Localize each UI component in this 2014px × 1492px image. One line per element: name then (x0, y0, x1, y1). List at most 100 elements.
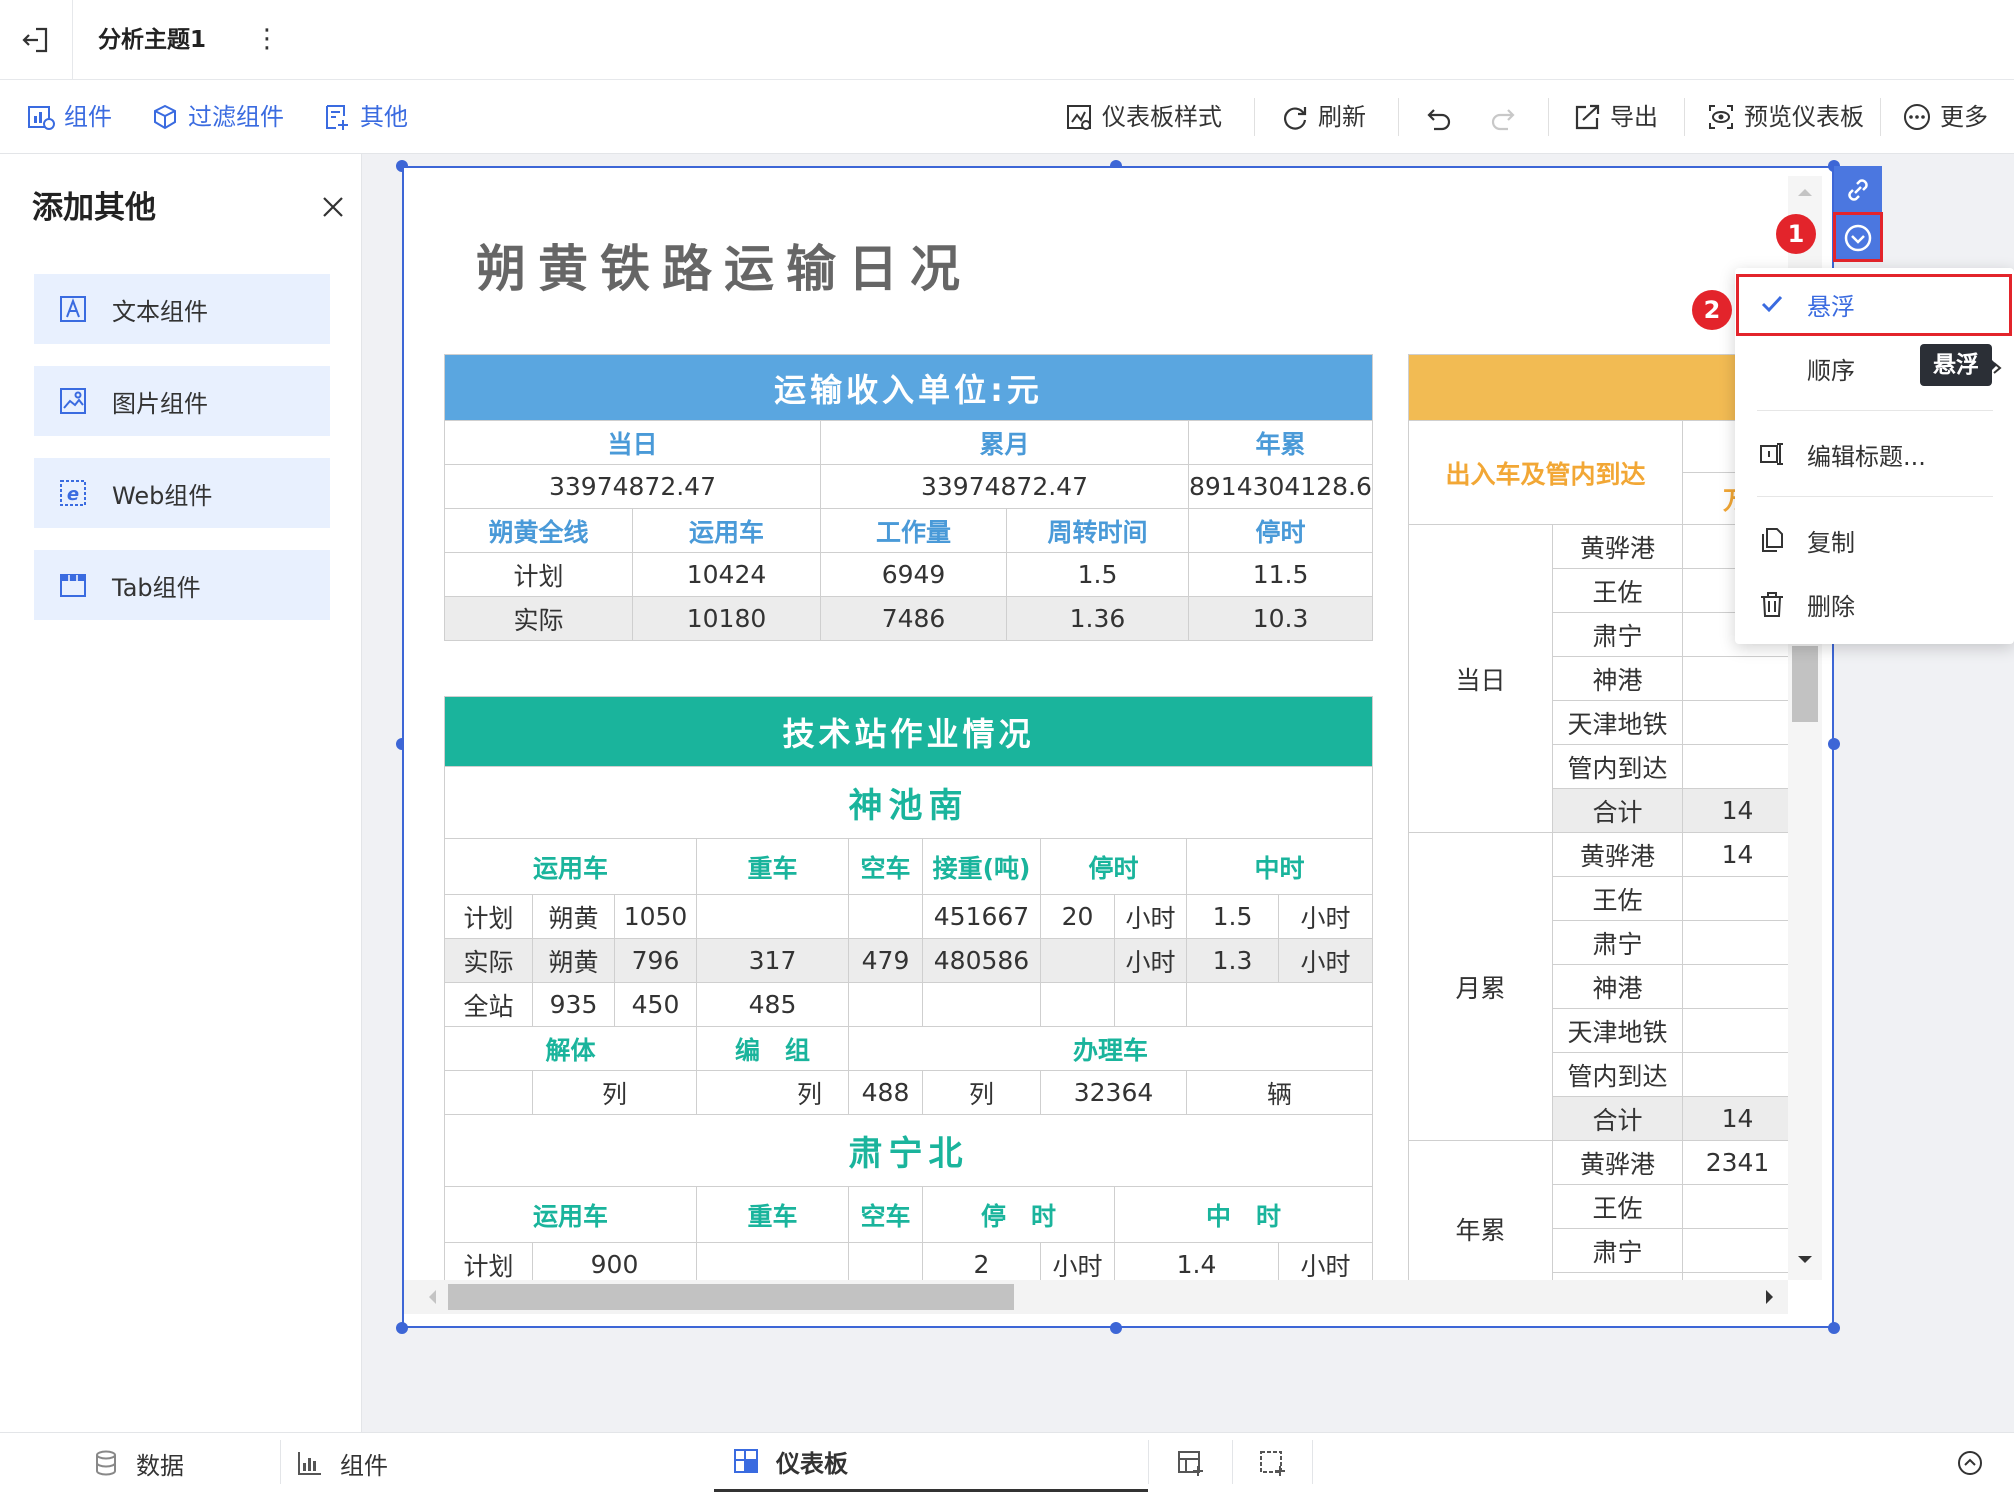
cell (1681, 1008, 1788, 1053)
dashboard-tab[interactable]: 仪表板 (714, 1433, 1148, 1492)
col: 运用车 (444, 1186, 697, 1243)
bottom-divider (1232, 1440, 1233, 1484)
theme-title[interactable]: 分析主题1 (98, 22, 206, 58)
cell: 王佐 (1552, 1184, 1683, 1229)
cell (1681, 876, 1788, 921)
col: 空车 (848, 838, 923, 895)
vertical-scroll-thumb[interactable] (1792, 646, 1818, 722)
refresh-label: 刷新 (1318, 103, 1366, 131)
cell: 黄骅港 (1552, 524, 1683, 569)
menu-item-label: 复制 (1807, 528, 1855, 557)
web-component-item[interactable]: e Web组件 (34, 458, 330, 528)
scroll-up-icon[interactable] (1788, 180, 1822, 204)
close-icon[interactable] (318, 192, 348, 222)
bottom-bar: 数据 组件 仪表板 (0, 1432, 2014, 1492)
cell (1040, 982, 1115, 1027)
filter-component-button[interactable]: 过滤组件 (150, 98, 284, 136)
col: 运用车 (444, 838, 697, 895)
cell: 列 (696, 1070, 849, 1115)
preview-dashboard-button[interactable]: 预览仪表板 (1706, 98, 1864, 136)
cell (444, 1070, 533, 1115)
text-component-item[interactable]: 文本组件 (34, 274, 330, 344)
exit-icon[interactable] (20, 25, 50, 55)
cell: 朔黄 (532, 894, 615, 939)
dashboard-style-button[interactable]: 仪表板样式 (1064, 98, 1222, 136)
cell (848, 1242, 923, 1280)
refresh-button[interactable]: 刷新 (1280, 98, 1366, 136)
cell (1040, 938, 1115, 983)
cell: 神港 (1552, 656, 1683, 701)
redo-button[interactable] (1488, 98, 1526, 136)
toolbar-divider (1398, 98, 1399, 136)
collapse-button[interactable] (1956, 1433, 2000, 1492)
cell (1185, 982, 1374, 1027)
undo-icon (1427, 109, 1451, 131)
cell: 32364 (1040, 1070, 1187, 1115)
scroll-down-icon[interactable] (1788, 1248, 1822, 1272)
text-component-label: 文本组件 (112, 297, 208, 326)
table-row: 实际 朔黄 796 317 479 480586 小时 1.3 小时 (444, 938, 1374, 983)
table-row: 当日 黄骅港 (1408, 524, 1788, 833)
menu-item-copy[interactable]: 复制 (1735, 512, 2014, 568)
report-content: 朔黄铁路运输日况 运输收入单位:元 当日 累月 年累 33974872.47 3… (404, 168, 1788, 1280)
horizontal-scrollbar[interactable] (404, 1280, 1788, 1314)
cell (1681, 1184, 1788, 1229)
col: 停 时 (922, 1186, 1115, 1243)
more-button[interactable]: 更多 (1902, 98, 1988, 136)
resize-handle[interactable] (396, 1322, 408, 1334)
image-component-item[interactable]: 图片组件 (34, 366, 330, 436)
component-button[interactable]: 组件 (26, 98, 112, 136)
filter-component-label: 过滤组件 (188, 103, 284, 131)
scroll-left-icon[interactable] (420, 1280, 444, 1314)
menu-item-delete[interactable]: 删除 (1735, 576, 2014, 632)
resize-handle[interactable] (1110, 1322, 1122, 1334)
cell: 2341 (1681, 1140, 1788, 1185)
col: 解体 (444, 1026, 697, 1071)
col-month: 累月 (820, 420, 1189, 465)
menu-separator (1757, 496, 1993, 497)
top-bar: 分析主题1 ⋮ (0, 0, 2014, 80)
highlight-box (1833, 212, 1883, 262)
menu-item-edit-title[interactable]: 编辑标题... (1735, 426, 2014, 482)
table-row: 计划 朔黄 1050 451667 20 小时 1.5 小时 (444, 894, 1374, 939)
cell: 小时 (1277, 894, 1374, 939)
more-circle-icon (1904, 104, 1930, 130)
other-button[interactable]: 其他 (322, 98, 408, 136)
style-icon (1067, 105, 1091, 130)
export-button[interactable]: 导出 (1572, 98, 1658, 136)
component-tab-label: 组件 (340, 1451, 388, 1480)
resize-handle[interactable] (1828, 1322, 1840, 1334)
tab-component-item[interactable]: Tab组件 (34, 550, 330, 620)
undo-button[interactable] (1424, 98, 1462, 136)
horizontal-scroll-thumb[interactable] (448, 1284, 1014, 1310)
web-component-icon: e (60, 480, 86, 506)
cell (848, 894, 923, 939)
add-dashboard-button[interactable] (1176, 1433, 1220, 1492)
col: 重车 (696, 1186, 849, 1243)
station-header: 技术站作业情况 (443, 696, 1374, 767)
cell: 合计 (1552, 788, 1683, 833)
col: 办理车 (847, 1026, 1374, 1071)
component-tab[interactable]: 组件 (296, 1433, 388, 1492)
cell: 实际 (444, 938, 533, 983)
cell: 全站 (444, 982, 533, 1027)
menu-item-label: 删除 (1807, 592, 1855, 621)
cell: 479 (848, 938, 923, 983)
link-icon[interactable] (1834, 166, 1882, 214)
web-component-label: Web组件 (112, 481, 213, 510)
data-tab[interactable]: 数据 (92, 1433, 184, 1492)
group-label: 年累 (1408, 1140, 1553, 1280)
kebab-icon[interactable]: ⋮ (254, 24, 280, 56)
col: 重车 (696, 838, 849, 895)
resize-handle[interactable] (1828, 738, 1840, 750)
cell: 7486 (820, 596, 1007, 641)
panel-title: 添加其他 (32, 190, 156, 226)
scroll-right-icon[interactable] (1758, 1280, 1782, 1314)
add-sheet-button[interactable] (1258, 1433, 1302, 1492)
table-row: 计划 900 2 小时 1.4 小时 (444, 1242, 1374, 1280)
table-row: 月累 黄骅港 14 (1408, 832, 1788, 1141)
copy-icon (1762, 528, 1783, 552)
cell: 796 (614, 938, 697, 983)
component-label: 组件 (64, 103, 112, 131)
inout-table: 出入车及管内到达 万 当日黄骅港 王佐 肃宁 神港 天津地铁 管内到达 合计14… (1407, 354, 1788, 1280)
